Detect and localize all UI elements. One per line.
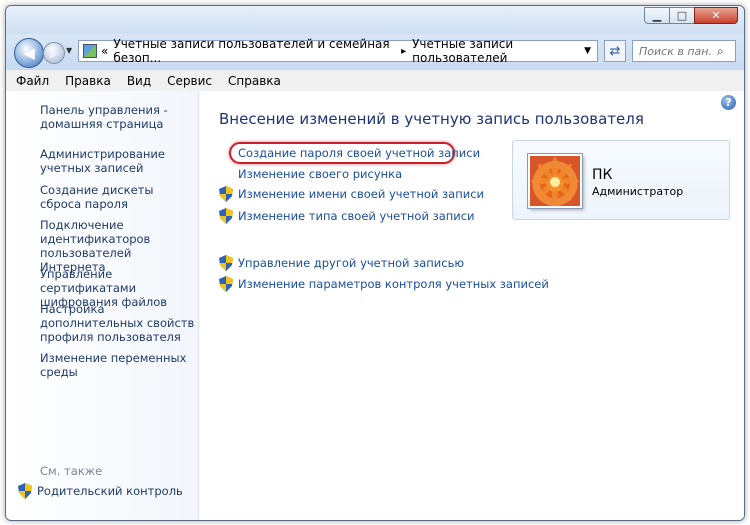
title-bar: ▁ □ ✕ <box>6 6 744 34</box>
task-manage-other-account[interactable]: Управление другой учетной записью <box>219 255 464 271</box>
menu-tools[interactable]: Сервис <box>167 74 212 88</box>
address-segment-accounts[interactable]: Учетные записи пользователей <box>412 37 584 65</box>
sidebar-item-parental-control[interactable]: Родительский контроль <box>18 483 183 499</box>
address-segment-family[interactable]: Учетные записи пользователей и семейная … <box>113 37 395 65</box>
user-avatar[interactable] <box>528 154 582 208</box>
chevron-right-icon[interactable]: ▸ <box>401 46 406 57</box>
sidebar-item-profile-properties[interactable]: Настройка дополнительных свойств профиля… <box>40 302 195 344</box>
menu-help[interactable]: Справка <box>228 74 281 88</box>
task-change-name[interactable]: Изменение имени своей учетной записи <box>219 186 484 202</box>
task-label: Управление другой учетной записью <box>238 256 465 270</box>
main-content: ? Внесение изменений в учетную запись по… <box>199 91 744 520</box>
search-icon[interactable]: ⌕ <box>717 44 724 59</box>
close-button[interactable]: ✕ <box>694 7 738 24</box>
address-bar[interactable]: « Учетные записи пользователей и семейна… <box>78 37 598 65</box>
help-icon[interactable]: ? <box>721 95 736 110</box>
user-role: Администратор <box>592 185 684 198</box>
uac-shield-icon <box>219 208 233 224</box>
minimize-button[interactable]: ▁ <box>644 7 670 24</box>
sidebar-item-online-ids[interactable]: Подключение идентификаторов пользователе… <box>40 218 195 274</box>
search-input[interactable] <box>637 43 715 59</box>
control-panel-icon <box>83 44 98 58</box>
sidebar-item-reset-disk[interactable]: Создание дискеты сброса пароля <box>40 183 195 211</box>
maximize-button[interactable]: □ <box>669 7 695 24</box>
refresh-button[interactable]: ⇄ <box>604 40 626 62</box>
control-panel-window: ▁ □ ✕ ◀ ▶ ▼ « Учетные записи пользовател… <box>5 5 745 521</box>
arrow-right-icon: ▶ <box>49 46 59 60</box>
task-change-picture[interactable]: Изменение своего рисунка <box>238 167 402 181</box>
address-overflow[interactable]: « <box>101 44 108 58</box>
uac-shield-icon <box>219 255 233 271</box>
sidebar-item-environment-vars[interactable]: Изменение переменных среды <box>40 351 195 379</box>
task-create-password[interactable]: Создание пароля своей учетной записи <box>238 146 480 160</box>
chevron-down-icon[interactable]: ▼ <box>584 46 591 56</box>
forward-button[interactable]: ▶ <box>43 42 65 64</box>
sidebar: Панель управления - домашняя страница Ад… <box>6 91 199 520</box>
sidebar-item-manage-accounts[interactable]: Администрирование учетных записей <box>40 147 195 175</box>
history-dropdown-icon[interactable]: ▼ <box>66 46 72 55</box>
back-button[interactable]: ◀ <box>14 38 44 68</box>
search-box[interactable]: ⌕ <box>632 40 736 62</box>
see-also-label: См. также <box>40 464 103 478</box>
uac-shield-icon <box>18 483 32 499</box>
navigation-bar: ◀ ▶ ▼ « Учетные записи пользователей и с… <box>6 34 744 70</box>
task-label: Изменение параметров контроля учетных за… <box>238 277 549 291</box>
arrow-left-icon: ◀ <box>23 44 35 62</box>
uac-shield-icon <box>219 186 233 202</box>
task-change-type[interactable]: Изменение типа своей учетной записи <box>219 208 475 224</box>
sidebar-item-home[interactable]: Панель управления - домашняя страница <box>40 103 195 131</box>
flower-icon <box>531 157 579 205</box>
page-title: Внесение изменений в учетную запись поль… <box>219 110 644 128</box>
menu-bar: Файл Правка Вид Сервис Справка <box>6 70 744 92</box>
task-label: Изменение типа своей учетной записи <box>238 209 475 223</box>
task-label: Изменение имени своей учетной записи <box>238 187 485 201</box>
menu-edit[interactable]: Правка <box>65 74 111 88</box>
refresh-icon: ⇄ <box>609 43 621 59</box>
user-account-card: ПК Администратор <box>512 140 730 220</box>
menu-file[interactable]: Файл <box>16 74 49 88</box>
task-uac-settings[interactable]: Изменение параметров контроля учетных за… <box>219 276 549 292</box>
menu-view[interactable]: Вид <box>127 74 151 88</box>
parental-control-label: Родительский контроль <box>37 484 183 498</box>
user-name: ПК <box>592 167 613 183</box>
uac-shield-icon <box>219 276 233 292</box>
